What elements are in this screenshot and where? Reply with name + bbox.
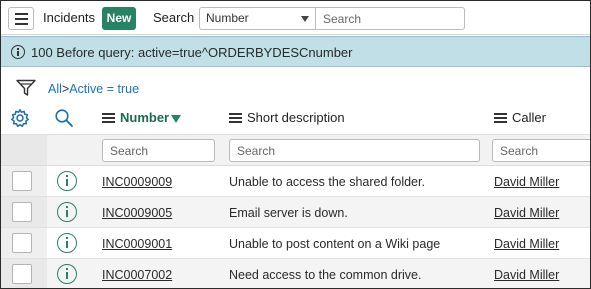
caller-link[interactable]: David Miller	[494, 175, 559, 189]
row-checkbox[interactable]	[12, 233, 32, 253]
column-header-row: Number Short description Caller	[1, 102, 590, 134]
search-caller-input[interactable]	[492, 139, 590, 162]
preview-info-icon[interactable]	[57, 171, 77, 191]
column-header-number[interactable]: Number	[120, 110, 169, 125]
table-row: INC0009001 Unable to post content on a W…	[1, 228, 590, 259]
column-menu-icon-short-description[interactable]	[229, 113, 242, 123]
caller-link[interactable]: David Miller	[494, 206, 559, 220]
new-button[interactable]: New	[102, 7, 136, 30]
chevron-down-icon	[301, 16, 309, 22]
table-row: INC0009005 Email server is down. David M…	[1, 197, 590, 228]
search-number-input[interactable]	[102, 139, 215, 162]
preview-info-icon[interactable]	[57, 233, 77, 253]
short-description: Unable to post content on a Wiki page	[229, 237, 441, 251]
incident-number-link[interactable]: INC0009009	[102, 175, 172, 189]
search-input[interactable]	[315, 7, 465, 30]
short-description: Need access to the common drive.	[229, 268, 422, 282]
page-title: Incidents	[43, 10, 96, 25]
search-label: Search	[153, 10, 195, 25]
row-checkbox[interactable]	[12, 202, 32, 222]
column-menu-icon-number[interactable]	[102, 113, 115, 123]
hamburger-menu-button[interactable]	[8, 7, 34, 30]
breadcrumb-active[interactable]: Active = true	[69, 82, 139, 96]
table-row: INC0009009 Unable to access the shared f…	[1, 166, 590, 197]
incident-number-link[interactable]: INC0009001	[102, 237, 172, 251]
incident-number-link[interactable]: INC0009005	[102, 206, 172, 220]
filter-icon[interactable]	[16, 79, 36, 97]
banner-text: 100 Before query: active=true^ORDERBYDES…	[31, 45, 353, 60]
search-field-select[interactable]: Number	[199, 7, 316, 30]
column-search-row	[1, 134, 590, 166]
breadcrumb: All>Active = true	[48, 82, 139, 96]
incident-number-link[interactable]: INC0007002	[102, 268, 172, 282]
table-row: INC0007002 Need access to the common dri…	[1, 259, 590, 288]
row-checkbox[interactable]	[12, 171, 32, 191]
caller-link[interactable]: David Miller	[494, 237, 559, 251]
search-field-selected: Number	[206, 11, 249, 25]
info-icon	[11, 45, 25, 59]
row-checkbox[interactable]	[12, 264, 32, 284]
sort-descending-icon[interactable]	[171, 115, 181, 123]
short-description: Unable to access the shared folder.	[229, 175, 425, 189]
gear-icon[interactable]	[10, 108, 30, 128]
column-menu-icon-caller[interactable]	[494, 113, 507, 123]
column-header-short-description[interactable]: Short description	[247, 110, 345, 125]
column-header-caller[interactable]: Caller	[512, 110, 546, 125]
list-frame: Incidents New Search Number 100 Before q…	[0, 0, 591, 289]
preview-info-icon[interactable]	[57, 202, 77, 222]
row-gutter	[1, 135, 47, 165]
info-banner: 100 Before query: active=true^ORDERBYDES…	[1, 36, 590, 67]
caller-link[interactable]: David Miller	[494, 268, 559, 282]
preview-info-icon[interactable]	[57, 264, 77, 284]
search-short-description-input[interactable]	[229, 139, 480, 162]
short-description: Email server is down.	[229, 206, 348, 220]
list-header: Incidents New Search Number	[1, 1, 590, 35]
search-icon[interactable]	[54, 108, 74, 128]
breadcrumb-all[interactable]: All	[48, 82, 62, 96]
